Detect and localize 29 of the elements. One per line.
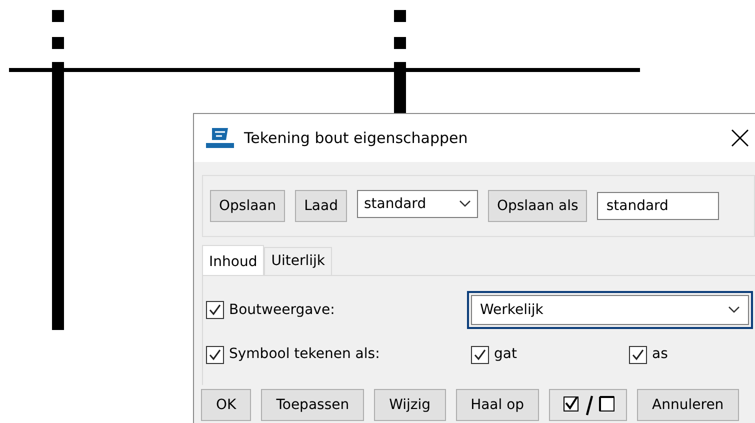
tab[interactable]: Uiterlijk — [264, 247, 332, 275]
dropdown-value: standard — [364, 194, 426, 214]
toolbar-button[interactable]: Opslaan — [210, 190, 286, 222]
option-label: gat — [494, 345, 517, 364]
chevron-down-icon — [728, 306, 740, 314]
checkbox[interactable] — [206, 301, 224, 319]
checkbox[interactable] — [629, 346, 647, 364]
checkbox[interactable] — [471, 346, 489, 364]
save-as-button[interactable]: Opslaan als — [488, 190, 588, 222]
field-label: Boutweergave: — [229, 300, 335, 320]
tab[interactable]: Inhoud — [202, 245, 264, 275]
field-label: Symbool tekenen als: — [229, 345, 380, 364]
dropdown-value: Werkelijk — [480, 300, 544, 320]
dialog-button[interactable]: Wijzig — [374, 389, 446, 421]
close-icon[interactable] — [731, 129, 749, 147]
checkbox[interactable] — [206, 346, 224, 364]
dialog-button[interactable]: Haal op — [456, 389, 540, 421]
chevron-down-icon — [458, 200, 471, 208]
window-title: Tekening bout eigenschappen — [244, 128, 468, 149]
dialog-button[interactable]: Annuleren — [637, 389, 739, 421]
toolbar-button[interactable]: Laad — [295, 190, 347, 222]
dialog-button[interactable]: Toepassen — [261, 389, 364, 421]
check-toggle-button[interactable] — [549, 389, 628, 421]
app-icon — [206, 127, 234, 149]
dialog-button[interactable]: OK — [201, 389, 252, 421]
option-label: as — [652, 345, 668, 364]
save-as-field[interactable]: standard — [597, 192, 720, 220]
preset-dropdown[interactable]: standard — [356, 190, 478, 218]
bolt-display-dropdown[interactable]: Werkelijk — [467, 291, 753, 329]
